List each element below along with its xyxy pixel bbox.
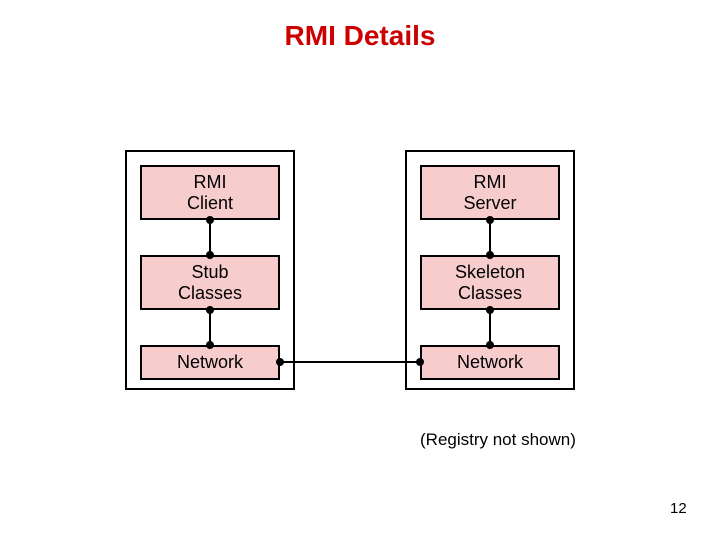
box-network-right: Network bbox=[420, 345, 560, 380]
page-number: 12 bbox=[670, 500, 687, 517]
box-stub-classes: Stub Classes bbox=[140, 255, 280, 310]
slide-title: RMI Details bbox=[0, 20, 720, 52]
registry-note: (Registry not shown) bbox=[420, 430, 576, 450]
box-skeleton-classes: Skeleton Classes bbox=[420, 255, 560, 310]
box-rmi-client: RMI Client bbox=[140, 165, 280, 220]
diagram-connectors bbox=[0, 0, 720, 540]
box-rmi-server: RMI Server bbox=[420, 165, 560, 220]
box-network-left: Network bbox=[140, 345, 280, 380]
